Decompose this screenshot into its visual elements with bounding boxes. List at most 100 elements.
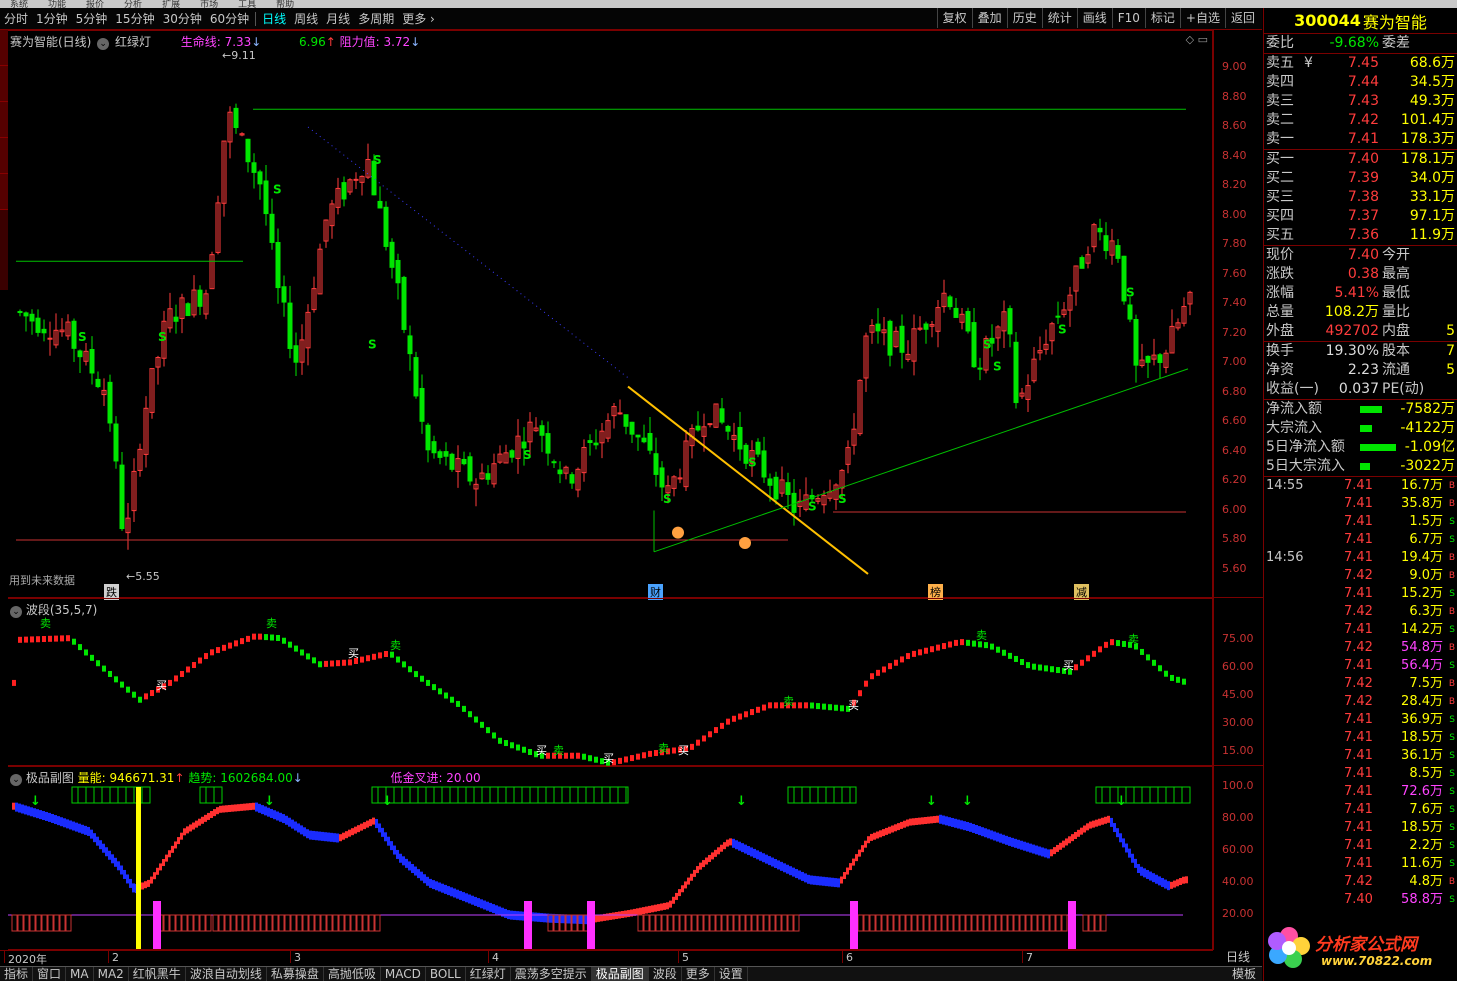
indicator-tab[interactable]: 波浪自动划线	[186, 967, 267, 981]
quote-row[interactable]: 买五 7.36 11.9万	[1264, 226, 1457, 245]
toolbar-button[interactable]: 叠加	[971, 8, 1007, 28]
quote-row[interactable]: 买三 7.38 33.1万	[1264, 188, 1457, 207]
tick-row[interactable]: 7.41 36.9万 S	[1264, 711, 1457, 729]
kline-canvas[interactable]: S SSSSSSSSSSSSS	[8, 31, 1213, 599]
tick-row[interactable]: 7.41 36.1万 S	[1264, 747, 1457, 765]
tick-row[interactable]: 7.41 14.2万 S	[1264, 621, 1457, 639]
tick-row[interactable]: 14:55 7.41 16.7万 B	[1264, 477, 1457, 495]
tick-row[interactable]: 7.42 54.8万 B	[1264, 639, 1457, 657]
toolbar-button[interactable]: 标记	[1144, 8, 1180, 28]
quote-row[interactable]: 卖四 7.44 34.5万	[1264, 73, 1457, 92]
top-menu-item[interactable]: 市场	[200, 1, 218, 9]
tick-row[interactable]: 7.42 4.8万 B	[1264, 873, 1457, 891]
wave-indicator-panel[interactable]: 卖买卖买卖买卖买卖买卖买卖买卖 ⌄ 波段(35,5,7)	[8, 598, 1213, 766]
timeframe-tab[interactable]: 多周期	[354, 9, 398, 29]
timeframe-tab[interactable]: 日线	[258, 9, 290, 29]
side-tab[interactable]	[0, 174, 8, 210]
ribbon-segment	[492, 904, 495, 914]
indicator-toggle-icon[interactable]: ⌄	[10, 606, 22, 618]
quote-row[interactable]: 买二 7.39 34.0万	[1264, 169, 1457, 188]
toolbar-button[interactable]: 复权	[936, 8, 972, 28]
indicator-tab[interactable]: 窗口	[33, 967, 67, 981]
tick-row[interactable]: 7.41 1.5万 S	[1264, 513, 1457, 531]
timeframe-tab[interactable]: 月线	[322, 9, 354, 29]
toolbar-button[interactable]: 返回	[1224, 8, 1260, 28]
indicator-tab[interactable]: MA2	[94, 967, 129, 981]
quote-row[interactable]: 买一 7.40 178.1万	[1264, 150, 1457, 169]
period-button[interactable]: 日线	[1213, 950, 1263, 964]
indicator-tab[interactable]: 私募操盘	[267, 967, 324, 981]
toolbar-button[interactable]: +自选	[1179, 8, 1225, 28]
timeframe-tab[interactable]: 1分钟	[32, 9, 72, 29]
indicator-tab[interactable]: 震荡多空提示	[511, 967, 592, 981]
template-button[interactable]: 模板	[1226, 967, 1262, 981]
tick-row[interactable]: 7.42 9.0万 B	[1264, 567, 1457, 585]
top-menu-item[interactable]: 扩展	[162, 1, 180, 9]
indicator-tab[interactable]: MACD	[381, 967, 426, 981]
tick-row[interactable]: 7.42 28.4万 B	[1264, 693, 1457, 711]
top-menu-item[interactable]: 报价	[86, 1, 104, 9]
indicator-tab[interactable]: 指标	[0, 967, 34, 981]
timeframe-tab[interactable]: 30分钟	[159, 9, 206, 29]
top-menu-item[interactable]: 功能	[48, 1, 66, 9]
wave-canvas[interactable]: 卖买卖买卖买 卖买卖 买卖 买卖买卖	[8, 599, 1213, 767]
timeframe-tab[interactable]: 更多 ›	[398, 9, 439, 29]
jipin-indicator-panel[interactable]: ↓ ↓ ↓ ↓ ↓ ↓ ↓ ⌄ 极品副图 量能: 946671.31↑ 趋势: 160268…	[8, 766, 1213, 950]
tick-row[interactable]: 7.41 15.2万 S	[1264, 585, 1457, 603]
indicator-toggle-icon[interactable]: ⌄	[10, 774, 22, 786]
quote-row[interactable]: 卖五 7.45 68.6万 ¥	[1264, 54, 1457, 73]
tick-list[interactable]: 14:55 7.41 16.7万 B 7.41 35.8万 B 7.41 1.5万 S 7.41 6.…	[1264, 477, 1457, 909]
event-icon[interactable]	[672, 526, 684, 539]
timeframe-tab[interactable]: 15分钟	[111, 9, 158, 29]
tick-row[interactable]: 7.41 18.5万 S	[1264, 819, 1457, 837]
indicator-tab[interactable]: 高抛低吸	[324, 967, 381, 981]
top-menu-item[interactable]: 帮助	[276, 1, 294, 9]
tick-row[interactable]: 7.41 11.6万 S	[1264, 855, 1457, 873]
kline-chart-panel[interactable]: 赛为智能(日线) ⌄ 红绿灯 生命线: 7.33↓ 6.96↑ 阻力值: 3.7…	[8, 30, 1213, 600]
quote-row[interactable]: 卖三 7.43 49.3万	[1264, 92, 1457, 111]
ribbon-segment	[948, 817, 951, 827]
side-tab[interactable]	[0, 138, 8, 174]
indicator-tab[interactable]: 极品副图	[591, 967, 649, 981]
event-icon[interactable]	[739, 536, 751, 549]
indicator-tab[interactable]: MA	[66, 967, 94, 981]
tick-row[interactable]: 7.42 6.3万 B	[1264, 603, 1457, 621]
side-tab[interactable]	[0, 30, 8, 66]
indicator-tab[interactable]: 波段	[649, 967, 682, 981]
quote-row[interactable]: 卖二 7.42 101.4万	[1264, 111, 1457, 130]
toolbar-button[interactable]: 历史	[1006, 8, 1042, 28]
tick-row[interactable]: 7.41 6.7万 S	[1264, 531, 1457, 549]
indicator-tab[interactable]: 设置	[715, 967, 748, 981]
indicator-tab[interactable]: 更多	[682, 967, 715, 981]
tick-row[interactable]: 7.41 8.5万 S	[1264, 765, 1457, 783]
tick-row[interactable]: 7.41 18.5万 S	[1264, 729, 1457, 747]
quote-row[interactable]: 卖一 7.41 178.3万	[1264, 130, 1457, 149]
indicator-tab[interactable]: BOLL	[426, 967, 466, 981]
toolbar-button[interactable]: F10	[1111, 8, 1145, 28]
ribbon-segment	[489, 902, 492, 912]
top-menu-item[interactable]: 工具	[238, 1, 256, 9]
ribbon-segment	[981, 827, 984, 837]
side-tab[interactable]	[0, 66, 8, 102]
top-menu-item[interactable]: 分析	[124, 1, 142, 9]
jipin-canvas[interactable]: ↓ ↓ ↓ ↓ ↓ ↓ ↓	[8, 767, 1213, 951]
top-menu-item[interactable]: 系统	[10, 1, 28, 9]
toolbar-button[interactable]: 统计	[1041, 8, 1077, 28]
timeframe-tab[interactable]: 分时	[0, 9, 32, 29]
side-tab[interactable]	[0, 102, 8, 138]
tick-row[interactable]: 7.41 56.4万 S	[1264, 657, 1457, 675]
timeframe-tab[interactable]: 周线	[290, 9, 322, 29]
quote-row[interactable]: 买四 7.37 97.1万	[1264, 207, 1457, 226]
toolbar-button[interactable]: 画线	[1076, 8, 1112, 28]
timeframe-tab[interactable]: 60分钟	[206, 9, 253, 29]
tick-row[interactable]: 7.42 7.5万 B	[1264, 675, 1457, 693]
indicator-tab[interactable]: 红绿灯	[466, 967, 511, 981]
tick-row[interactable]: 7.41 2.2万 S	[1264, 837, 1457, 855]
tick-row[interactable]: 14:56 7.41 19.4万 B	[1264, 549, 1457, 567]
tick-row[interactable]: 7.41 72.6万 S	[1264, 783, 1457, 801]
tick-row[interactable]: 7.40 58.8万 S	[1264, 891, 1457, 909]
timeframe-tab[interactable]: 5分钟	[72, 9, 112, 29]
indicator-tab[interactable]: 红帆黑牛	[129, 967, 186, 981]
tick-row[interactable]: 7.41 7.6万 S	[1264, 801, 1457, 819]
tick-row[interactable]: 7.41 35.8万 B	[1264, 495, 1457, 513]
